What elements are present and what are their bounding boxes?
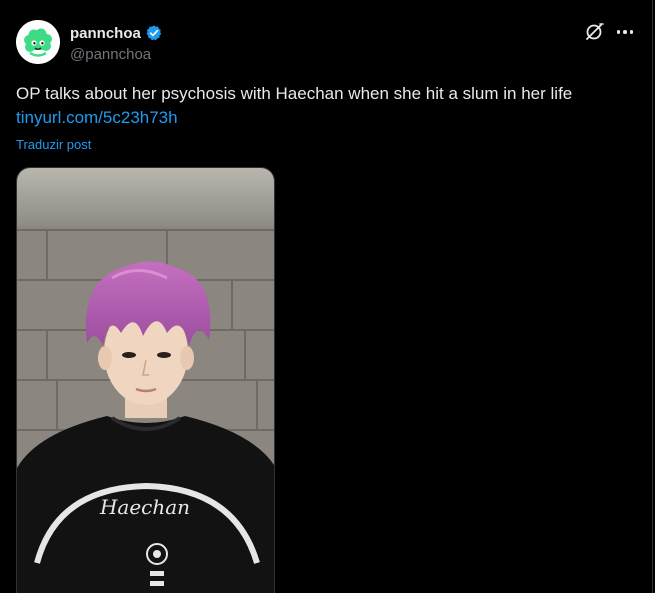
photo-illustration: Haechan bbox=[17, 168, 274, 593]
more-options-button[interactable] bbox=[612, 21, 638, 43]
shirt-print-text: Haechan bbox=[99, 495, 190, 519]
verified-badge-icon bbox=[146, 25, 161, 41]
author-name-row[interactable]: pannchoa bbox=[70, 24, 163, 42]
post-image[interactable]: Haechan bbox=[16, 167, 275, 593]
post-body: OP talks about her psychosis with Haecha… bbox=[16, 82, 636, 130]
grok-icon bbox=[586, 23, 604, 40]
author-handle[interactable]: @pannchoa bbox=[70, 46, 151, 63]
avatar[interactable] bbox=[16, 20, 60, 64]
more-horizontal-icon bbox=[616, 30, 621, 34]
post-container: pannchoa @pannchoa OP talks about her ps… bbox=[0, 0, 653, 593]
author-display-name[interactable]: pannchoa bbox=[70, 25, 141, 42]
pannchoa-logo-icon bbox=[16, 20, 60, 64]
grok-button[interactable] bbox=[583, 21, 605, 43]
translate-post-button[interactable]: Traduzir post bbox=[16, 137, 91, 152]
post-link[interactable]: tinyurl.com/5c23h73h bbox=[16, 106, 178, 130]
post-text: OP talks about her psychosis with Haecha… bbox=[16, 84, 573, 103]
